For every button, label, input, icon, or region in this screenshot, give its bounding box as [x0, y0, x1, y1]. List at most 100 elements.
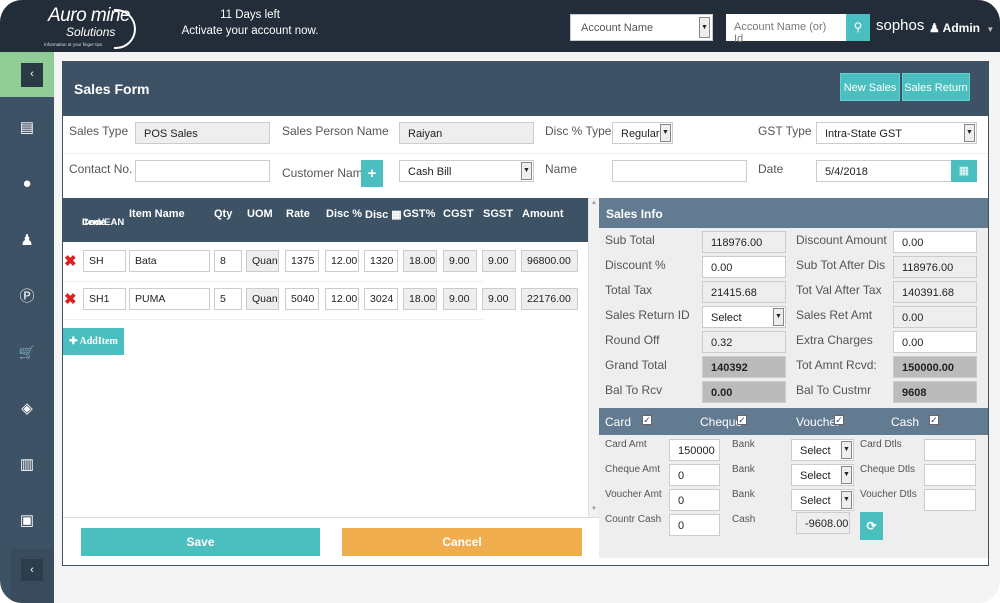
- cheque-bank-select[interactable]: Select ▼: [791, 464, 854, 486]
- rate-input[interactable]: 5040: [285, 288, 319, 310]
- disc-amt-input[interactable]: 1320: [364, 250, 398, 272]
- discount-amount-input[interactable]: 0.00: [893, 231, 977, 253]
- item-code-input[interactable]: SH: [83, 250, 126, 272]
- page-title: Sales Form: [74, 81, 150, 97]
- sidebar-item-person[interactable]: ♟: [17, 231, 37, 251]
- brand-name: sophos: [876, 17, 925, 34]
- item-code-input[interactable]: SH1: [83, 288, 126, 310]
- qty-input[interactable]: 5: [214, 288, 242, 310]
- customer-select[interactable]: Cash Bill ▼: [399, 160, 534, 182]
- disc-amt-input[interactable]: 3024: [364, 288, 398, 310]
- refresh-icon: ⟳: [866, 519, 877, 533]
- discount-amount-label: Discount Amount: [796, 233, 887, 247]
- save-button[interactable]: Save: [81, 528, 320, 556]
- bal-to-custmr-label: Bal To Custmr: [796, 383, 872, 397]
- total-tax-label: Total Tax: [605, 283, 653, 297]
- account-search-input[interactable]: Account Name (or) Id: [726, 14, 846, 45]
- item-name-input[interactable]: Bata: [129, 250, 210, 272]
- bal-to-rcv-label: Bal To Rcv: [605, 383, 663, 397]
- card-bank-select[interactable]: Select ▼: [791, 439, 854, 461]
- contact-input[interactable]: [135, 160, 270, 182]
- row-divider: [63, 319, 483, 320]
- card-amt-input[interactable]: 150000: [669, 439, 720, 461]
- col-disc-amt: Disc ▦: [365, 209, 402, 221]
- new-sales-button[interactable]: New Sales: [840, 73, 900, 101]
- round-off-field: 0.32: [702, 331, 786, 353]
- gst-type-label: GST Type: [758, 124, 812, 138]
- payment-mode-header: Card ✓ Cheque ✓ Voucher ✓ Cash ✓: [599, 408, 988, 435]
- add-customer-button[interactable]: +: [361, 160, 383, 187]
- voucher-amt-label: Voucher Amt: [605, 489, 662, 500]
- sidebar-item-reports[interactable]: ▥: [17, 455, 37, 475]
- voucher-dtls-label: Voucher Dtls: [860, 489, 917, 500]
- row-divider: [63, 281, 483, 282]
- sidebar-item-tag[interactable]: ◈: [17, 399, 37, 419]
- cash-balance-field: -9608.00: [796, 512, 850, 534]
- cheque-amt-label: Cheque Amt: [605, 464, 661, 475]
- search-button[interactable]: ⚲: [846, 14, 870, 41]
- account-name-select[interactable]: Account Name ▼: [570, 14, 713, 41]
- voucher-checkbox[interactable]: ✓: [834, 415, 844, 425]
- panel-header: Sales Form New Sales Sales Return: [63, 62, 988, 116]
- sales-return-button[interactable]: Sales Return: [902, 73, 970, 101]
- uom-field[interactable]: Quan: [246, 288, 279, 310]
- scroll-down-icon[interactable]: ▼: [591, 506, 597, 512]
- gst-type-select[interactable]: Intra-State GST ▼: [816, 122, 977, 144]
- sales-info-panel: Sales Info Sub Total 118976.00 Discount …: [599, 198, 988, 558]
- disc-type-select[interactable]: Regular ▼: [612, 122, 673, 144]
- items-scrollbar[interactable]: ▲ ▼: [588, 198, 599, 518]
- card-dtls-input[interactable]: [924, 439, 976, 461]
- bank-label: Bank: [732, 489, 755, 500]
- bank-label: Bank: [732, 439, 755, 450]
- gst-type-value: Intra-State GST: [825, 128, 903, 140]
- cash-checkbox[interactable]: ✓: [929, 415, 939, 425]
- delete-row-icon[interactable]: ✖: [64, 290, 77, 308]
- cheque-amt-input[interactable]: 0: [669, 464, 720, 486]
- disc-pct-input[interactable]: 12.00: [325, 288, 359, 310]
- sales-person-field[interactable]: Raiyan: [399, 122, 534, 144]
- chevron-down-icon: ▼: [521, 162, 532, 180]
- sub-tot-after-dis-label: Sub Tot After Dis: [796, 258, 886, 272]
- sidebar-item-news[interactable]: ▣: [17, 511, 37, 531]
- sales-return-id-select[interactable]: Select ▼: [702, 306, 786, 328]
- item-name-input[interactable]: PUMA: [129, 288, 210, 310]
- sales-info-title: Sales Info: [599, 198, 988, 228]
- uom-field[interactable]: Quan: [246, 250, 279, 272]
- cancel-button[interactable]: Cancel: [342, 528, 582, 556]
- sidebar-item-book[interactable]: ▤: [17, 118, 37, 138]
- voucher-dtls-input[interactable]: [924, 489, 976, 511]
- account-select-value: Account Name: [581, 22, 654, 34]
- sidebar-collapse-button[interactable]: ‹: [21, 63, 43, 87]
- sidebar-item-cart[interactable]: 🛒: [17, 343, 37, 363]
- countr-cash-input[interactable]: 0: [669, 514, 720, 536]
- date-input[interactable]: 5/4/2018: [816, 160, 952, 182]
- user-menu[interactable]: ♟ Admin ▼: [929, 21, 994, 35]
- sidebar-item-user[interactable]: ●: [17, 174, 37, 194]
- name-input[interactable]: [612, 160, 747, 182]
- rate-input[interactable]: 1375: [285, 250, 319, 272]
- disc-pct-input[interactable]: 12.00: [325, 250, 359, 272]
- discount-pct-input[interactable]: 0.00: [702, 256, 786, 278]
- refresh-button[interactable]: ⟳: [860, 512, 883, 540]
- cgst-field: 9.00: [443, 250, 477, 272]
- extra-charges-label: Extra Charges: [796, 333, 873, 347]
- cheque-checkbox[interactable]: ✓: [737, 415, 747, 425]
- extra-charges-input[interactable]: 0.00: [893, 331, 977, 353]
- book-icon: ▤: [19, 119, 35, 136]
- tag-icon: ◈: [21, 400, 33, 417]
- add-item-button[interactable]: ✚ AddItem: [63, 328, 124, 355]
- card-checkbox[interactable]: ✓: [642, 415, 652, 425]
- voucher-amt-input[interactable]: 0: [669, 489, 720, 511]
- trial-notice[interactable]: 11 Days left Activate your account now.: [170, 7, 330, 39]
- sales-type-field[interactable]: POS Sales: [135, 122, 270, 144]
- scroll-up-icon[interactable]: ▲: [591, 200, 597, 206]
- sidebar-collapse-bottom-button[interactable]: ‹: [21, 559, 43, 581]
- sub-total-field: 118976.00: [702, 231, 786, 253]
- cheque-dtls-input[interactable]: [924, 464, 976, 486]
- logo[interactable]: Auro mine Solutions Information at your …: [44, 5, 136, 51]
- sidebar-item-parking[interactable]: Ⓟ: [17, 287, 37, 307]
- voucher-bank-select[interactable]: Select ▼: [791, 489, 854, 511]
- qty-input[interactable]: 8: [214, 250, 242, 272]
- date-picker-button[interactable]: ▦: [951, 160, 977, 182]
- delete-row-icon[interactable]: ✖: [64, 252, 77, 270]
